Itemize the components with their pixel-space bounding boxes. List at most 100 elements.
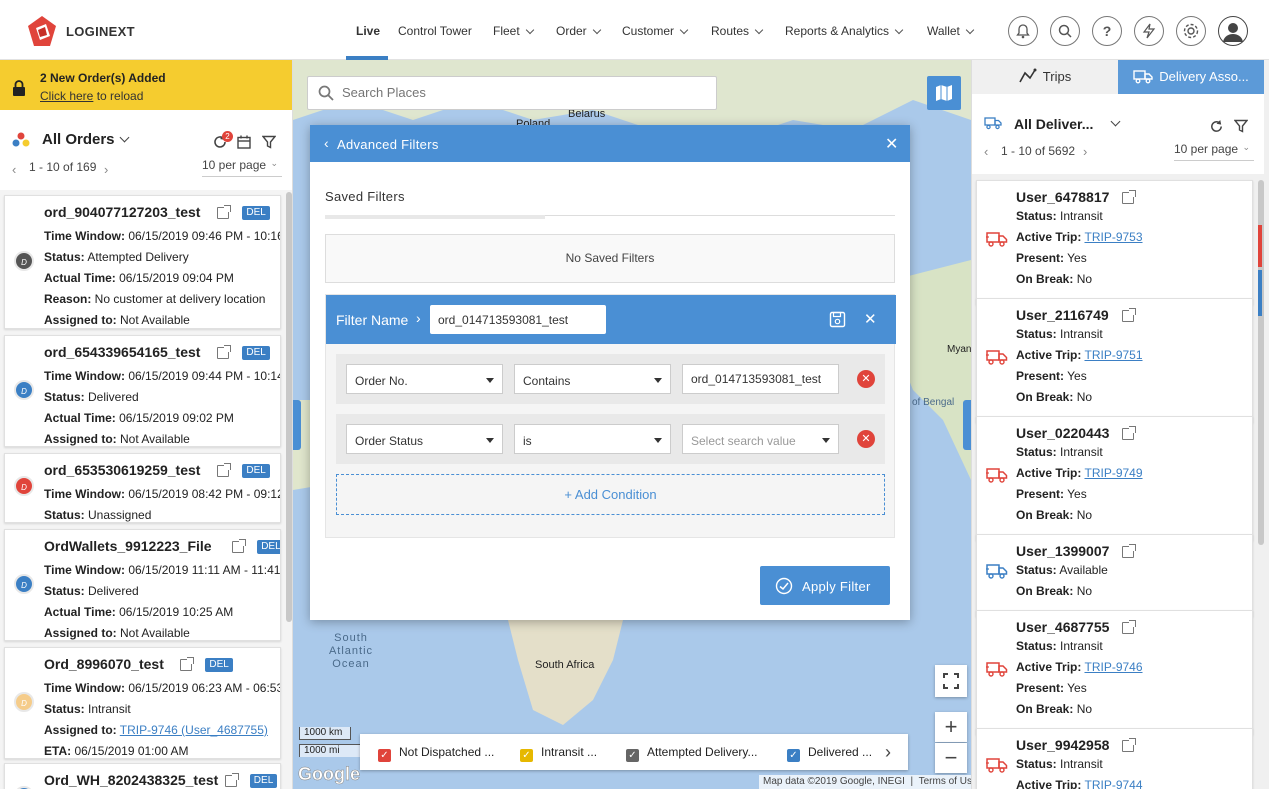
condition-value-input[interactable]: ord_014713593081_test (682, 364, 839, 394)
external-link-icon[interactable] (232, 539, 247, 553)
active-trip-link[interactable]: TRIP-9744 (1084, 778, 1142, 789)
legend-next-icon[interactable]: › (885, 742, 891, 763)
legend-delivered[interactable]: ✓ Delivered ... (787, 745, 872, 762)
reload-link[interactable]: Click here (40, 89, 93, 103)
lightning-icon[interactable] (1134, 16, 1164, 46)
external-link-icon[interactable] (1122, 308, 1136, 322)
close-icon[interactable]: ✕ (885, 134, 898, 154)
prev-page-icon[interactable]: ‹ (984, 144, 988, 159)
nav-order[interactable]: Order (556, 24, 601, 38)
search-places-box[interactable] (307, 76, 717, 110)
order-card[interactable]: ord_653530619259_test DEL D Time Window: 06… (4, 453, 281, 523)
order-id[interactable]: ord_653530619259_test (44, 462, 200, 478)
external-link-icon[interactable] (217, 463, 232, 477)
apply-filter-button[interactable]: Apply Filter (760, 566, 890, 605)
close-icon[interactable]: ✕ (864, 310, 877, 328)
associate-name[interactable]: User_4687755 (1016, 619, 1109, 635)
associate-card[interactable]: User_0220443 Status: Intransit Active Trip… (976, 416, 1253, 541)
filter-name-input[interactable]: ord_014713593081_test (430, 305, 606, 334)
condition-field-select[interactable]: Order Status (346, 424, 503, 454)
external-link-icon[interactable] (217, 345, 232, 359)
filter-icon[interactable] (262, 135, 276, 149)
nav-live[interactable]: Live (356, 24, 380, 38)
nav-reports[interactable]: Reports & Analytics (785, 24, 904, 38)
next-page-icon[interactable]: › (1083, 144, 1087, 159)
associate-name[interactable]: User_1399007 (1016, 543, 1109, 559)
condition-operator-select[interactable]: Contains (514, 364, 671, 394)
orders-filter-title[interactable]: All Orders (42, 131, 115, 148)
external-link-icon[interactable] (180, 657, 195, 671)
loginext-logo[interactable]: LOGINEXT (24, 14, 135, 48)
condition-value-select[interactable]: Select search value (682, 424, 839, 454)
external-link-icon[interactable] (1122, 544, 1136, 558)
order-id[interactable]: Ord_WH_8202438325_test (44, 772, 218, 788)
remove-condition-icon[interactable]: ✕ (857, 430, 875, 448)
help-icon[interactable]: ? (1092, 16, 1122, 46)
legend-not-dispatched[interactable]: ✓ Not Dispatched ... (378, 745, 494, 762)
save-icon[interactable] (829, 311, 846, 328)
orders-per-page-select[interactable]: 10 per page ⌄ (202, 158, 282, 177)
tab-delivery-associates[interactable]: Delivery Asso... (1118, 60, 1264, 94)
order-id[interactable]: Ord_8996070_test (44, 656, 164, 672)
associate-card[interactable]: User_9942958 Status: Intransit Active Trip… (976, 728, 1253, 789)
back-chevron-icon[interactable]: ‹ (324, 135, 329, 151)
chevron-down-icon[interactable] (119, 132, 130, 143)
associate-card[interactable]: User_4687755 Status: Intransit Active Trip… (976, 610, 1253, 735)
filter-icon[interactable] (1234, 119, 1248, 133)
user-avatar-icon[interactable] (1218, 16, 1248, 46)
zoom-out-button[interactable]: − (935, 743, 967, 773)
search-icon[interactable] (1050, 16, 1080, 46)
condition-field-select[interactable]: Order No. (346, 364, 503, 394)
condition-operator-select[interactable]: is (514, 424, 671, 454)
order-card[interactable]: Ord_8996070_test DEL D Time Window: 06/15/2… (4, 647, 281, 759)
gear-icon[interactable] (1176, 16, 1206, 46)
associates-per-page-select[interactable]: 10 per page ⌄ (1174, 142, 1254, 161)
external-link-icon[interactable] (224, 773, 239, 787)
tab-trips[interactable]: Trips (972, 60, 1118, 94)
external-link-icon[interactable] (1122, 738, 1136, 752)
order-card[interactable]: OrdWallets_9912223_File DEL D Time Window: … (4, 529, 281, 641)
nav-routes[interactable]: Routes (711, 24, 764, 38)
associate-card[interactable]: User_1399007 Status: Available On Break: N… (976, 534, 1253, 617)
collapse-right-panel-handle[interactable] (963, 400, 971, 450)
external-link-icon[interactable] (1122, 426, 1136, 440)
associate-name[interactable]: User_2116749 (1016, 307, 1109, 323)
active-trip-link[interactable]: TRIP-9751 (1084, 348, 1142, 362)
prev-page-icon[interactable]: ‹ (12, 162, 16, 177)
nav-control-tower[interactable]: Control Tower (398, 24, 472, 38)
refresh-icon[interactable] (1209, 119, 1224, 134)
associates-filter-title[interactable]: All Deliver... (1014, 116, 1093, 132)
external-link-icon[interactable] (1122, 190, 1136, 204)
orders-scrollbar[interactable] (286, 192, 292, 622)
legend-intransit[interactable]: ✓ Intransit ... (520, 745, 597, 762)
order-id[interactable]: OrdWallets_9912223_File (44, 538, 212, 554)
external-link-icon[interactable] (1122, 620, 1136, 634)
external-link-icon[interactable] (217, 205, 232, 219)
order-card[interactable]: ord_904077127203_test DEL D Time Window: 06… (4, 195, 281, 329)
search-places-input[interactable] (342, 85, 702, 100)
associate-card[interactable]: User_2116749 Status: Intransit Active Trip… (976, 298, 1253, 423)
terms-link[interactable]: Terms of Use (919, 776, 971, 787)
nav-wallet[interactable]: Wallet (927, 24, 975, 38)
calendar-icon[interactable] (237, 135, 251, 149)
fullscreen-button[interactable] (935, 665, 967, 697)
order-card[interactable]: ord_654339654165_test DEL D Time Window: 06… (4, 335, 281, 447)
active-trip-link[interactable]: TRIP-9753 (1084, 230, 1142, 244)
active-trip-link[interactable]: TRIP-9746 (1084, 660, 1142, 674)
associate-name[interactable]: User_9942958 (1016, 737, 1109, 753)
order-card[interactable]: Ord_WH_8202438325_testDELD (4, 763, 281, 789)
legend-attempted[interactable]: ✓ Attempted Delivery... (626, 745, 757, 762)
order-id[interactable]: ord_904077127203_test (44, 204, 200, 220)
nav-customer[interactable]: Customer (622, 24, 689, 38)
add-condition-button[interactable]: + Add Condition (336, 474, 885, 515)
active-trip-link[interactable]: TRIP-9749 (1084, 466, 1142, 480)
chevron-down-icon[interactable] (1110, 116, 1121, 127)
bell-icon[interactable] (1008, 16, 1038, 46)
associate-card[interactable]: User_6478817 Status: Intransit Active Trip… (976, 180, 1253, 305)
zoom-in-button[interactable]: + (935, 712, 967, 742)
assigned-trip-link[interactable]: TRIP-9746 (User_4687755) (120, 723, 268, 737)
remove-condition-icon[interactable]: ✕ (857, 370, 875, 388)
associate-name[interactable]: User_0220443 (1016, 425, 1109, 441)
collapse-left-panel-handle[interactable] (293, 400, 301, 450)
next-page-icon[interactable]: › (104, 162, 108, 177)
